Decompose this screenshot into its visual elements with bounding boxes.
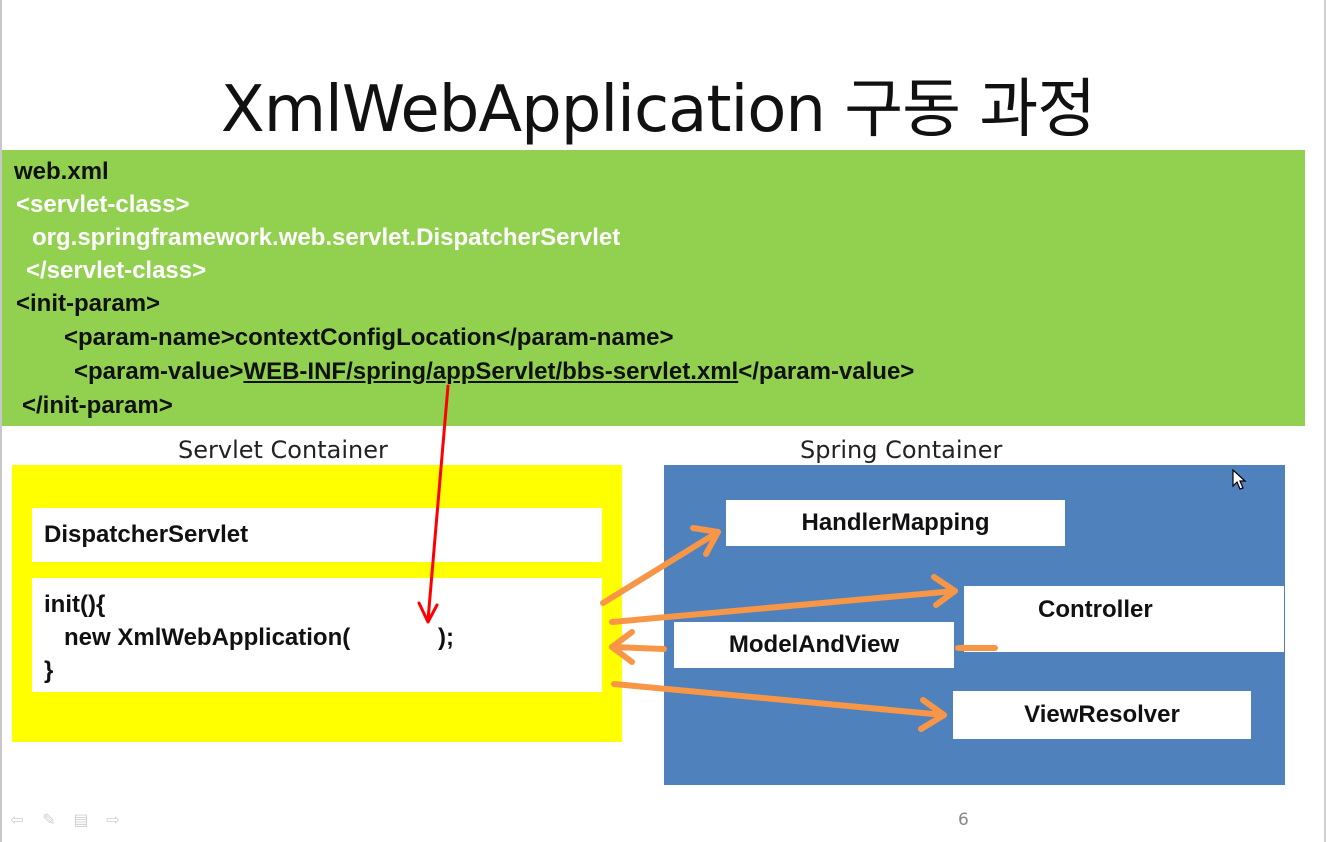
web-xml-code-box: web.xml <servlet-class> org.springframew… (2, 150, 1305, 426)
mouse-cursor-icon (1232, 469, 1247, 490)
arrow-right-icon[interactable]: ⇨ (102, 810, 124, 829)
init-code-line2-end: ); (438, 624, 454, 651)
param-value-open-tag: <param-value> (74, 358, 244, 385)
param-name-open-tag: <param-name> (64, 324, 235, 351)
controller-box: Controller (964, 586, 1284, 652)
param-name-value: contextConfigLocation (234, 324, 497, 351)
web-xml-heading: web.xml (14, 158, 109, 185)
servlet-class-open-tag: <servlet-class> (16, 191, 190, 218)
init-code-line3: } (44, 657, 54, 684)
servlet-class-value: org.springframework.web.servlet.Dispatch… (32, 224, 621, 251)
dispatcher-servlet-box: DispatcherServlet (32, 508, 602, 562)
pen-icon[interactable]: ✎ (38, 810, 60, 829)
slide-title: XmlWebApplication 구동 과정 (220, 73, 1096, 147)
init-param-open-tag: <init-param> (16, 290, 161, 317)
handler-mapping-label: HandlerMapping (801, 509, 990, 536)
init-param-close-tag: </init-param> (22, 392, 173, 419)
arrow-left-icon[interactable]: ⇦ (6, 810, 28, 829)
handler-mapping-box: HandlerMapping (726, 500, 1065, 546)
page-number: 6 (958, 810, 969, 830)
servlet-container-label: Servlet Container (178, 436, 388, 464)
slide-nav-controls: ⇦ ✎ ▤ ⇨ (6, 810, 124, 829)
param-value-line: <param-value>WEB-INF/spring/appServlet/b… (74, 358, 914, 386)
param-name-line: <param-name>contextConfigLocation</param… (64, 324, 674, 352)
param-value-value: WEB-INF/spring/appServlet/bbs-servlet.xm… (243, 358, 739, 385)
model-and-view-label: ModelAndView (728, 631, 900, 658)
init-code-line2: new XmlWebApplication( (64, 624, 351, 651)
menu-icon[interactable]: ▤ (70, 810, 92, 829)
dispatcher-servlet-label: DispatcherServlet (44, 521, 249, 548)
view-resolver-label: ViewResolver (1024, 701, 1180, 728)
view-resolver-box: ViewResolver (953, 691, 1251, 739)
controller-label: Controller (1038, 596, 1153, 623)
init-code-line1: init(){ (44, 591, 106, 618)
model-and-view-box: ModelAndView (674, 622, 954, 668)
param-name-close-tag: </param-name> (496, 324, 674, 351)
param-value-close-tag: </param-value> (738, 358, 915, 385)
init-code-box: init(){ new XmlWebApplication( ); } (32, 578, 602, 692)
servlet-class-close-tag: </servlet-class> (26, 257, 207, 284)
spring-container-label: Spring Container (800, 436, 1003, 464)
